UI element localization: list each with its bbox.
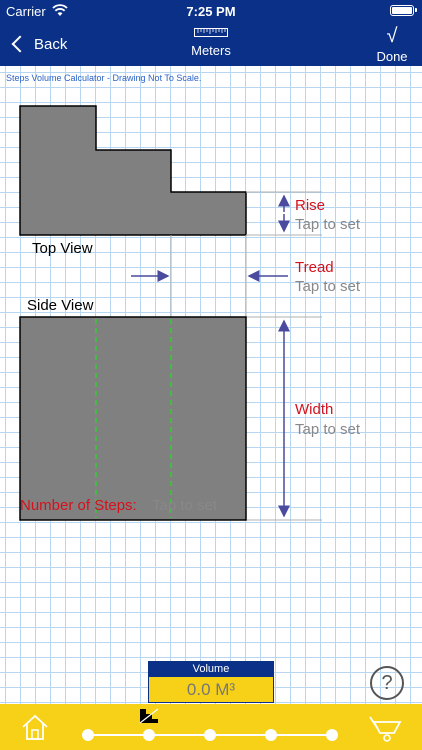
back-label: Back — [34, 35, 68, 53]
number-of-steps-value[interactable]: Tap to set — [152, 497, 217, 514]
units-title: Meters — [191, 43, 231, 58]
ruler-icon — [194, 28, 228, 37]
check-icon: √ — [386, 25, 398, 47]
steps-icon — [139, 708, 159, 724]
help-icon: ? — [381, 672, 393, 694]
bottom-toolbar — [0, 704, 422, 750]
progress-step-2[interactable] — [143, 729, 155, 741]
done-button[interactable]: √ Done — [370, 26, 414, 64]
rise-value[interactable]: Tap to set — [295, 216, 360, 233]
volume-header: Volume — [149, 662, 273, 677]
volume-value: 0.0 M³ — [149, 677, 273, 702]
help-button[interactable]: ? — [370, 666, 404, 700]
back-button[interactable]: Back — [10, 32, 67, 56]
steps-drawing — [19, 105, 322, 521]
home-icon[interactable] — [20, 712, 50, 742]
rise-title: Rise — [295, 197, 326, 214]
done-label: Done — [376, 49, 408, 64]
progress-step-5[interactable] — [326, 729, 338, 741]
clock: 7:25 PM — [186, 4, 236, 19]
drawing-canvas: Steps Volume Calculator - Drawing Not To… — [0, 66, 422, 704]
units-selector[interactable]: Meters — [161, 28, 261, 58]
battery-icon — [390, 5, 417, 16]
progress-step-3[interactable] — [204, 729, 216, 741]
volume-display: Volume 0.0 M³ — [148, 661, 274, 703]
wheelbarrow-icon[interactable] — [368, 713, 406, 743]
side-view-label: Side View — [27, 297, 94, 314]
progress-step-4[interactable] — [265, 729, 277, 741]
tread-value[interactable]: Tap to set — [295, 278, 360, 295]
side-view-shape — [19, 316, 247, 521]
chevron-left-icon — [11, 35, 29, 53]
tread-title: Tread — [295, 259, 334, 276]
navigation-bar: Back Meters √ Done — [0, 22, 422, 66]
width-title: Width — [295, 401, 334, 418]
top-view-label: Top View — [32, 240, 93, 257]
status-bar: Carrier 7:25 PM — [0, 0, 422, 22]
number-of-steps-label: Number of Steps: — [20, 497, 137, 514]
progress-step-1[interactable] — [82, 729, 94, 741]
width-value[interactable]: Tap to set — [295, 421, 360, 438]
top-view-shape — [19, 105, 247, 236]
